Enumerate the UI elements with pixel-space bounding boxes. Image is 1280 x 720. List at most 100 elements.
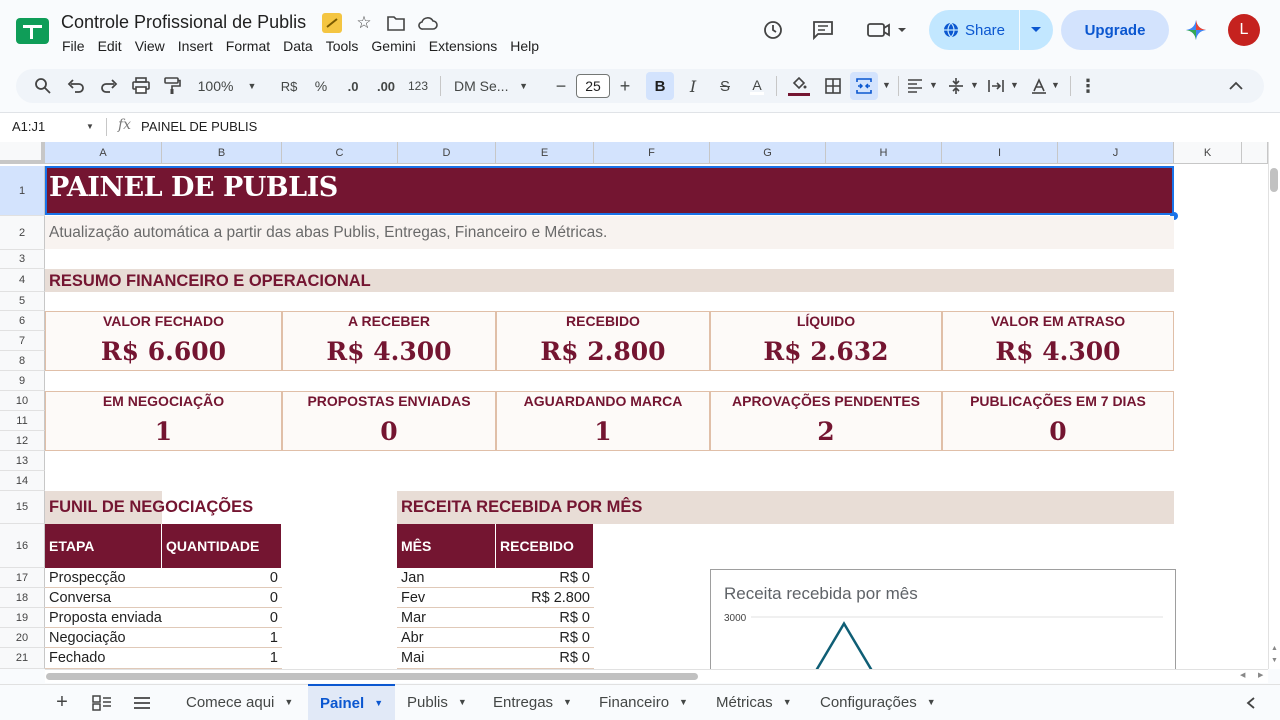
upgrade-button[interactable]: Upgrade [1061, 10, 1169, 50]
row-header-19[interactable]: 19 [0, 608, 45, 628]
share-dropdown-icon[interactable] [1030, 26, 1042, 34]
menu-view[interactable]: View [135, 38, 165, 54]
funil-qtd-cell[interactable]: 1 [162, 648, 282, 669]
bold-button[interactable]: B [646, 72, 674, 100]
receita-mes-cell[interactable]: Fev [397, 588, 496, 608]
row-header-9[interactable]: 9 [0, 371, 45, 391]
kpi-card-recebido[interactable]: RECEBIDO R$ 2.800 [496, 311, 710, 371]
italic-button[interactable]: I [680, 69, 706, 103]
kpi-card-aprovacoes-pendentes[interactable]: APROVAÇÕES PENDENTES 2 [710, 391, 942, 451]
shortcut-folder-icon[interactable] [322, 13, 342, 33]
row-header-21[interactable]: 21 [0, 648, 45, 669]
table-header-etapa[interactable]: ETAPA [45, 524, 162, 568]
redo-icon[interactable] [100, 79, 118, 93]
row-header-7[interactable]: 7 [0, 331, 45, 351]
column-header-j[interactable]: J [1058, 142, 1174, 164]
column-header-c[interactable]: C [282, 142, 398, 164]
gemini-icon[interactable] [1186, 20, 1206, 40]
text-rotation-icon[interactable] [1031, 78, 1047, 94]
star-icon[interactable]: ☆ [354, 13, 374, 33]
receita-mes-cell[interactable]: Abr [397, 628, 496, 648]
row-header-6[interactable]: 6 [0, 311, 45, 331]
collapse-menus-icon[interactable] [1229, 81, 1243, 90]
row-header-16[interactable]: 16 [0, 524, 45, 568]
funil-etapa-cell[interactable]: Negociação [45, 628, 162, 648]
currency-format-button[interactable]: R$ [276, 69, 302, 103]
row-header-11[interactable]: 11 [0, 411, 45, 431]
vertical-align-icon[interactable] [948, 77, 964, 95]
increase-font-size-button[interactable]: + [614, 69, 636, 103]
meet-icon[interactable] [866, 21, 910, 39]
zoom-select[interactable]: 100% ▼ [192, 69, 262, 103]
horizontal-align-icon[interactable] [907, 79, 923, 93]
row-header-3[interactable]: 3 [0, 250, 45, 269]
funil-qtd-cell[interactable]: 1 [162, 628, 282, 648]
vertical-scroll-thumb[interactable] [1270, 168, 1278, 192]
funil-qtd-cell[interactable]: 0 [162, 588, 282, 608]
add-sheet-icon[interactable]: + [52, 691, 72, 713]
increase-decimal-button[interactable]: .00 [372, 69, 400, 103]
tab-painel[interactable]: Painel ▼ [308, 684, 396, 720]
more-options-icon[interactable]: ⋮ [1078, 69, 1098, 103]
column-header-g[interactable]: G [710, 142, 826, 164]
column-header-d[interactable]: D [398, 142, 496, 164]
column-header-h[interactable]: H [826, 142, 942, 164]
text-wrapping-icon[interactable] [988, 78, 1004, 94]
receita-mes-cell[interactable]: Mar [397, 608, 496, 628]
row-header-4[interactable]: 4 [0, 269, 45, 292]
fill-color-button[interactable] [786, 69, 812, 103]
kpi-card-valor-fechado[interactable]: VALOR FECHADO R$ 6.600 [45, 311, 282, 371]
row-header-14[interactable]: 14 [0, 471, 45, 491]
kpi-card-aguardando-marca[interactable]: AGUARDANDO MARCA 1 [496, 391, 710, 451]
row-header-8[interactable]: 8 [0, 351, 45, 371]
column-header-a[interactable]: A [45, 142, 162, 164]
horizontal-scroll-thumb[interactable] [46, 673, 698, 680]
column-header-b[interactable]: B [162, 142, 282, 164]
kpi-card-propostas-enviadas[interactable]: PROPOSTAS ENVIADAS 0 [282, 391, 496, 451]
text-color-button[interactable]: A [744, 69, 770, 103]
chevron-down-icon[interactable]: ▼ [1010, 80, 1019, 90]
borders-icon[interactable] [825, 78, 841, 94]
undo-icon[interactable] [67, 79, 85, 93]
kpi-card-valor-em-atraso[interactable]: VALOR EM ATRASO R$ 4.300 [942, 311, 1174, 371]
share-button[interactable]: Share [929, 10, 1019, 50]
embedded-chart[interactable]: Receita recebida por mês 3000 [710, 569, 1176, 679]
row-header-2[interactable]: 2 [0, 216, 45, 250]
chevron-down-icon[interactable]: ▼ [970, 80, 979, 90]
menu-file[interactable]: File [62, 38, 85, 54]
tab-entregas[interactable]: Entregas ▼ [483, 684, 582, 720]
all-sheets-icon[interactable] [92, 695, 112, 711]
decrease-decimal-button[interactable]: .0 [340, 69, 366, 103]
receita-valor-cell[interactable]: R$ 2.800 [496, 588, 594, 608]
funil-etapa-cell[interactable]: Conversa [45, 588, 162, 608]
row-header-10[interactable]: 10 [0, 391, 45, 411]
chevron-down-icon[interactable]: ▼ [86, 122, 94, 131]
scroll-right-icon[interactable]: ▶ [1258, 671, 1263, 679]
row-header-5[interactable]: 5 [0, 292, 45, 311]
menu-tools[interactable]: Tools [326, 38, 359, 54]
row-header-18[interactable]: 18 [0, 588, 45, 608]
row-header-15[interactable]: 15 [0, 491, 45, 524]
formula-input[interactable]: PAINEL DE PUBLIS [141, 119, 257, 134]
tab-financeiro[interactable]: Financeiro ▼ [589, 684, 698, 720]
table-header-recebido[interactable]: RECEBIDO [496, 524, 594, 568]
row-header-13[interactable]: 13 [0, 451, 45, 471]
font-family-select[interactable]: DM Se... ▼ [446, 69, 536, 103]
vertical-scrollbar[interactable] [1268, 142, 1280, 669]
menu-insert[interactable]: Insert [178, 38, 213, 54]
chevron-down-icon[interactable]: ▼ [882, 80, 891, 90]
scroll-down-icon[interactable]: ▼ [1271, 657, 1278, 664]
collapse-sidebar-icon[interactable] [1246, 697, 1256, 709]
funil-etapa-cell[interactable]: Fechado [45, 648, 162, 669]
sheets-logo-icon[interactable] [16, 18, 49, 44]
chevron-down-icon[interactable]: ▼ [929, 80, 938, 90]
select-all-corner[interactable] [0, 142, 45, 164]
print-icon[interactable] [132, 77, 150, 94]
paint-format-icon[interactable] [163, 77, 181, 95]
menu-help[interactable]: Help [510, 38, 539, 54]
row-header-12[interactable]: 12 [0, 431, 45, 451]
kpi-card-liquido[interactable]: LÍQUIDO R$ 2.632 [710, 311, 942, 371]
column-header-e[interactable]: E [496, 142, 594, 164]
font-size-input[interactable]: 25 [576, 74, 610, 98]
scroll-left-icon[interactable]: ◀ [1240, 671, 1245, 679]
